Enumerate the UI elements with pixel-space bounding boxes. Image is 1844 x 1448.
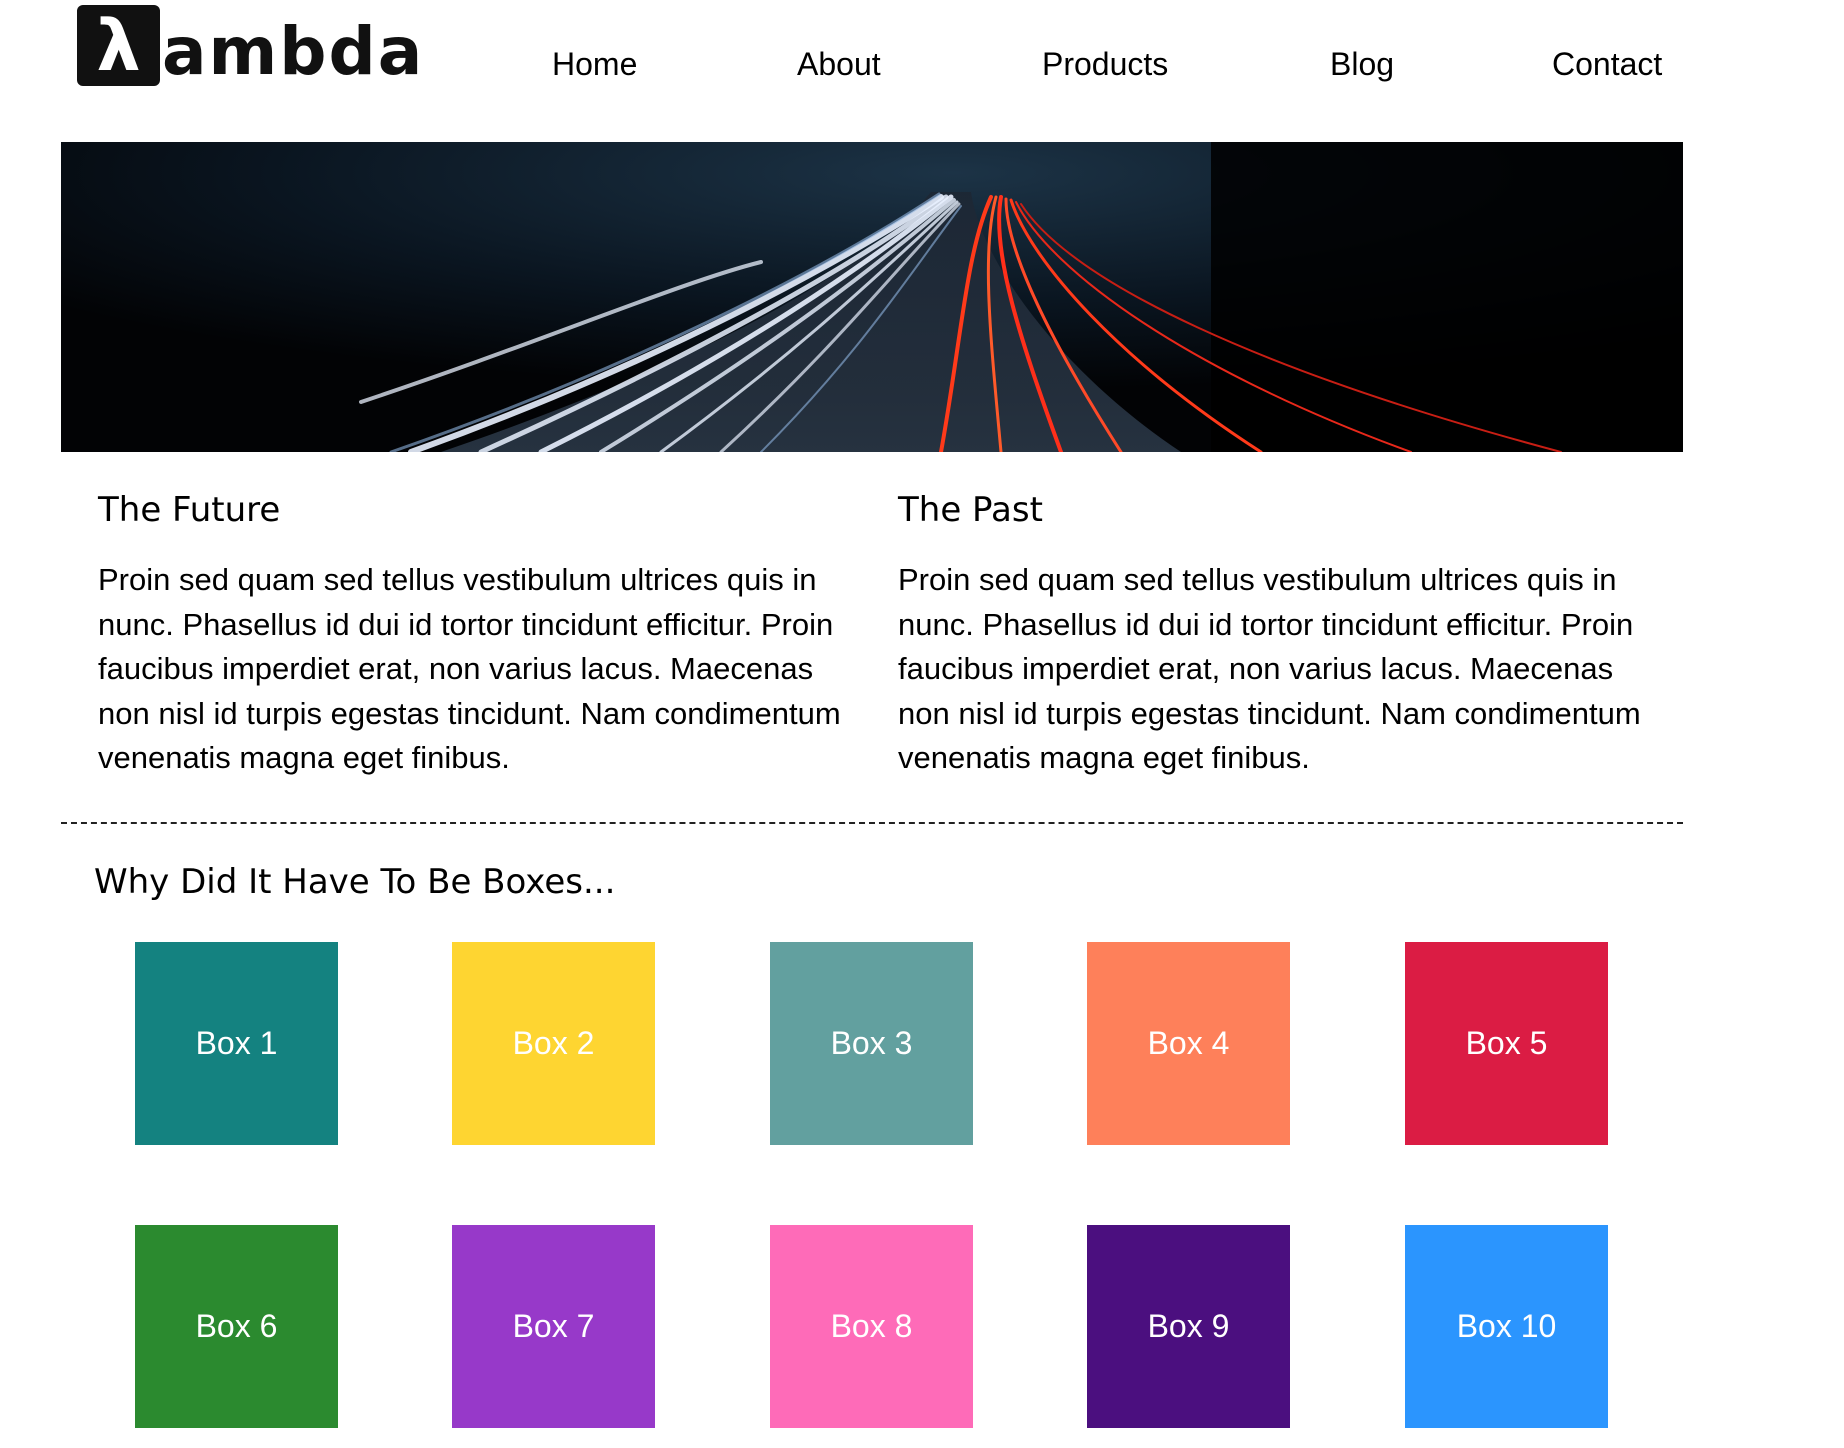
box-6[interactable]: Box 6: [135, 1225, 338, 1428]
hero-image: [61, 142, 1683, 452]
box-7[interactable]: Box 7: [452, 1225, 655, 1428]
box-3[interactable]: Box 3: [770, 942, 973, 1145]
column-past: The Past Proin sed quam sed tellus vesti…: [898, 488, 1658, 781]
nav-blog[interactable]: Blog: [1330, 46, 1394, 83]
column-title: The Future: [98, 490, 281, 530]
nav-about[interactable]: About: [797, 46, 881, 83]
box-8[interactable]: Box 8: [770, 1225, 973, 1428]
box-1[interactable]: Box 1: [135, 942, 338, 1145]
box-5[interactable]: Box 5: [1405, 942, 1608, 1145]
column-body: Proin sed quam sed tellus vestibulum ult…: [898, 562, 1641, 775]
box-10[interactable]: Box 10: [1405, 1225, 1608, 1428]
page: λ ambda Home About Products Blog Contact: [0, 0, 1844, 1448]
hero-light-trails: [61, 142, 1683, 452]
box-2[interactable]: Box 2: [452, 942, 655, 1145]
dashed-divider: [61, 822, 1683, 824]
main-nav: Home About Products Blog Contact: [0, 46, 1844, 90]
nav-home[interactable]: Home: [552, 46, 637, 83]
nav-products[interactable]: Products: [1042, 46, 1168, 83]
box-4[interactable]: Box 4: [1087, 942, 1290, 1145]
nav-contact[interactable]: Contact: [1552, 46, 1662, 83]
boxes-section-title: Why Did It Have To Be Boxes...: [94, 862, 616, 902]
column-future: The Future Proin sed quam sed tellus ves…: [98, 488, 858, 781]
box-9[interactable]: Box 9: [1087, 1225, 1290, 1428]
column-title: The Past: [898, 490, 1043, 530]
column-body: Proin sed quam sed tellus vestibulum ult…: [98, 562, 841, 775]
